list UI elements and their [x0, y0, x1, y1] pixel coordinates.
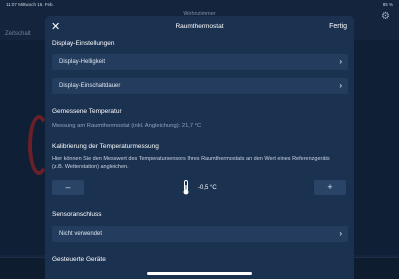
- calibration-plus-button[interactable]: +: [314, 180, 346, 195]
- chevron-right-icon: ›: [339, 81, 342, 90]
- sensor-connection-title: Sensoranschluss: [52, 211, 102, 218]
- display-on-duration-row[interactable]: Display-Einschaltdauer ›: [52, 78, 348, 94]
- chevron-right-icon: ›: [339, 229, 342, 238]
- calibration-value: -0,5 °C: [198, 185, 217, 191]
- measured-temperature-info: Messung am Raumthermostat (inkl. Angleic…: [52, 123, 202, 129]
- status-bar: 11:07 Mittwoch 16. Feb. 85 %: [0, 0, 399, 9]
- calibration-description: Hier können Sie den Messwert des Tempera…: [52, 156, 330, 170]
- modal-title: Raumthermostat: [175, 23, 224, 30]
- display-settings-title: Display-Einstellungen: [52, 40, 115, 47]
- display-on-duration-label: Display-Einschaltdauer: [59, 83, 121, 89]
- modal-header: ✕ Raumthermostat Fertig: [45, 16, 354, 38]
- sensor-connection-row[interactable]: Nicht verwendet ›: [52, 226, 348, 242]
- gear-icon[interactable]: ⚙: [381, 11, 390, 22]
- measured-temperature-title: Gemessene Temperatur: [52, 108, 122, 115]
- settings-modal: ✕ Raumthermostat Fertig Display-Einstell…: [45, 16, 354, 279]
- calibration-title: Kalibrierung der Temperaturmessung: [52, 143, 159, 150]
- thermometer-icon: [183, 180, 189, 195]
- home-indicator[interactable]: [147, 272, 252, 275]
- display-brightness-label: Display-Helligkeit: [59, 59, 106, 65]
- done-button[interactable]: Fertig: [329, 23, 347, 30]
- background-tab: Zeitschalt: [5, 31, 31, 37]
- chevron-right-icon: ›: [339, 57, 342, 66]
- status-time: 11:07 Mittwoch 16. Feb.: [6, 2, 54, 7]
- background-right-panel: [353, 40, 399, 255]
- sensor-connection-value: Nicht verwendet: [59, 231, 103, 237]
- controlled-devices-title: Gesteuerte Geräte: [52, 256, 106, 263]
- calibration-minus-button[interactable]: –: [52, 180, 84, 195]
- display-brightness-row[interactable]: Display-Helligkeit ›: [52, 54, 348, 70]
- status-battery: 85 %: [382, 2, 393, 7]
